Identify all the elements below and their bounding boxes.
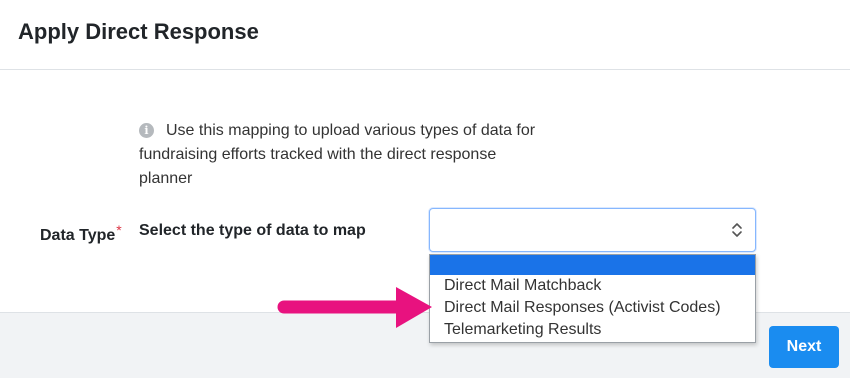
data-type-label-text: Data Type [40, 227, 116, 244]
data-type-select[interactable] [429, 208, 756, 252]
info-icon: i [139, 123, 154, 138]
dropdown-option-telemarketing-results[interactable]: Telemarketing Results [430, 319, 755, 341]
chevron-updown-icon [732, 223, 742, 237]
info-text: Use this mapping to upload various types… [139, 122, 536, 187]
page-title: Apply Direct Response [18, 19, 259, 44]
data-type-dropdown[interactable]: Direct Mail Matchback Direct Mail Respon… [429, 254, 756, 343]
required-marker: * [116, 222, 122, 238]
page-header: Apply Direct Response [0, 0, 850, 70]
info-message: i Use this mapping to upload various type… [139, 119, 549, 191]
data-type-label: Data Type* [40, 222, 122, 245]
dropdown-option-blank[interactable] [430, 255, 755, 275]
dropdown-option-direct-mail-responses[interactable]: Direct Mail Responses (Activist Codes) [430, 297, 755, 319]
data-type-description: Select the type of data to map [139, 222, 366, 239]
next-button[interactable]: Next [769, 326, 839, 368]
dropdown-option-direct-mail-matchback[interactable]: Direct Mail Matchback [430, 275, 755, 297]
